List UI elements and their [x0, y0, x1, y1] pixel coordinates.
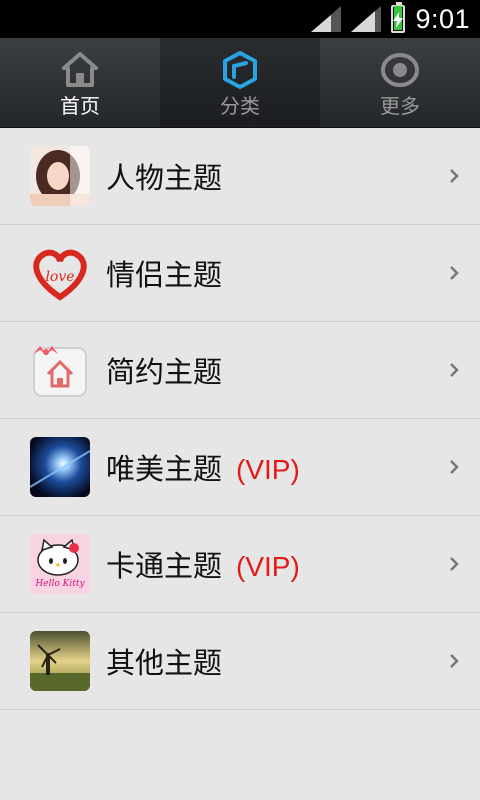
kitty-text: Hello Kitty	[34, 579, 85, 589]
list-item-other-theme[interactable]: 其他主题	[0, 613, 480, 710]
theme-list: 人物主题 love 情侣主题 简约主题 唯美主题 (VIP) Hello Kit…	[0, 128, 480, 710]
chevron-right-icon	[450, 557, 459, 571]
tab-home-label: 首页	[60, 93, 100, 118]
tab-bar: 首页 分类 更多	[0, 38, 480, 128]
list-item-cartoon-theme[interactable]: Hello Kitty 卡通主题 (VIP)	[0, 516, 480, 613]
theme-label: 其他主题	[106, 646, 223, 680]
vip-badge: (VIP)	[236, 551, 300, 582]
hello-kitty-icon: Hello Kitty	[30, 534, 90, 594]
theme-label: 人物主题	[106, 161, 223, 195]
wifi-signal-icon	[311, 6, 342, 32]
chevron-right-icon	[450, 654, 459, 668]
galaxy-thumbnail-icon	[30, 437, 90, 497]
list-item-aesthetic-theme[interactable]: 唯美主题 (VIP)	[0, 419, 480, 516]
tab-more[interactable]: 更多	[320, 38, 480, 127]
theme-label: 唯美主题	[106, 452, 223, 486]
chevron-right-icon	[450, 363, 459, 377]
category-cube-icon	[223, 50, 257, 89]
portrait-thumbnail-icon	[30, 146, 90, 206]
windmill-landscape-icon	[30, 631, 90, 691]
list-item-people-theme[interactable]: 人物主题	[0, 128, 480, 225]
eye-icon	[381, 52, 419, 87]
love-text: love	[45, 269, 74, 285]
love-heart-icon: love	[30, 243, 90, 303]
chevron-right-icon	[450, 460, 459, 474]
theme-label: 简约主题	[106, 355, 223, 389]
home-icon	[62, 51, 98, 87]
tab-more-label: 更多	[380, 93, 420, 118]
tab-home[interactable]: 首页	[0, 38, 160, 127]
tab-category[interactable]: 分类	[160, 38, 320, 127]
status-time: 9:01	[415, 3, 470, 34]
list-item-simple-theme[interactable]: 简约主题	[0, 322, 480, 419]
battery-icon	[391, 2, 406, 33]
list-item-couple-theme[interactable]: love 情侣主题	[0, 225, 480, 322]
status-bar: 9:01	[0, 0, 480, 38]
simple-house-icon	[30, 340, 90, 400]
cell-signal-icon	[351, 6, 382, 32]
theme-label: 卡通主题	[106, 549, 223, 583]
chevron-right-icon	[450, 169, 459, 183]
vip-badge: (VIP)	[236, 454, 300, 485]
tab-category-label: 分类	[220, 93, 260, 118]
theme-label: 情侣主题	[106, 258, 223, 292]
chevron-right-icon	[450, 266, 459, 280]
